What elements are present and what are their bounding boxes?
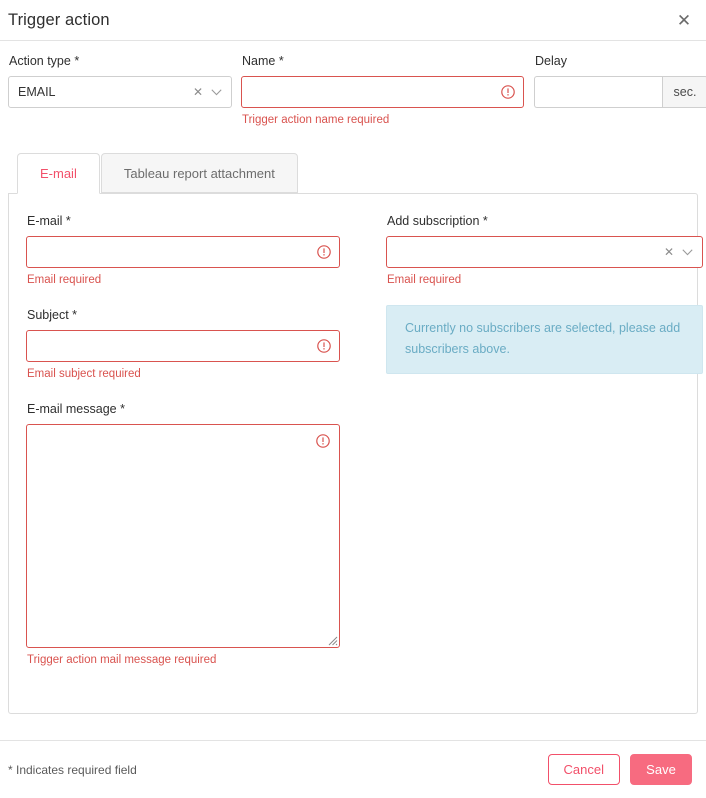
action-type-group: Action type * EMAIL ✕: [8, 54, 232, 108]
message-group: E-mail message * Trigger action mail mes…: [26, 402, 363, 667]
email-group: E-mail * Email required: [26, 214, 363, 287]
delay-input-group: sec.: [534, 76, 706, 108]
tab-panel-email: E-mail * Email required Subject * Email …: [8, 193, 703, 714]
action-type-select-icons: ✕: [193, 86, 231, 98]
tab-tableau-report-attachment[interactable]: Tableau report attachment: [100, 153, 298, 193]
email-panel-grid: E-mail * Email required Subject * Email …: [26, 214, 703, 667]
top-field-row: Action type * EMAIL ✕ Name * Trigger act…: [8, 54, 706, 127]
subscription-label: Add subscription *: [387, 214, 488, 228]
delay-label: Delay: [535, 54, 567, 68]
name-group: Name * Trigger action name required: [241, 54, 524, 127]
delay-group: Delay sec.: [534, 54, 706, 108]
error-icon: [501, 85, 515, 99]
subscription-error: Email required: [387, 274, 462, 286]
tab-email[interactable]: E-mail: [17, 153, 100, 194]
name-label: Name *: [242, 54, 284, 68]
email-error: Email required: [27, 274, 102, 286]
no-subscribers-info: Currently no subscribers are selected, p…: [386, 305, 703, 374]
add-subscription-select[interactable]: ✕: [386, 236, 703, 268]
tabs-section: E-mail Tableau report attachment E-mail …: [8, 153, 703, 714]
dialog-footer: * Indicates required field Cancel Save: [0, 740, 706, 798]
dialog-body: Action type * EMAIL ✕ Name * Trigger act…: [0, 41, 706, 740]
name-input[interactable]: [241, 76, 524, 108]
name-error: Trigger action name required: [242, 114, 390, 126]
subject-input[interactable]: [26, 330, 340, 362]
message-textarea[interactable]: [26, 424, 340, 648]
action-type-label: Action type *: [9, 54, 80, 68]
delay-input[interactable]: [534, 76, 662, 108]
subscription-group: Add subscription * ✕ Email required: [386, 214, 703, 287]
save-button[interactable]: Save: [630, 754, 692, 785]
delay-unit-addon: sec.: [662, 76, 706, 108]
chevron-down-icon[interactable]: [211, 88, 222, 96]
textarea-resize-handle[interactable]: [325, 633, 338, 646]
dialog-header: Trigger action ✕: [0, 0, 706, 41]
subject-error: Email subject required: [27, 368, 141, 380]
error-icon: [316, 434, 330, 448]
close-icon[interactable]: ✕: [674, 10, 694, 30]
action-type-select[interactable]: EMAIL ✕: [8, 76, 232, 108]
footer-buttons: Cancel Save: [547, 754, 692, 785]
email-label: E-mail *: [27, 214, 71, 228]
subject-label: Subject *: [27, 308, 78, 322]
tab-list: E-mail Tableau report attachment: [8, 153, 698, 194]
email-panel-right: Add subscription * ✕ Email required Curr…: [386, 214, 703, 374]
email-input[interactable]: [26, 236, 340, 268]
subscription-select-icons: ✕: [664, 246, 702, 258]
message-label: E-mail message *: [27, 402, 125, 416]
dialog-title: Trigger action: [8, 10, 110, 29]
email-panel-left: E-mail * Email required Subject * Email …: [26, 214, 363, 667]
trigger-action-dialog: Trigger action ✕ Action type * EMAIL ✕ N…: [0, 0, 706, 798]
clear-icon[interactable]: ✕: [193, 86, 203, 98]
error-icon: [317, 339, 331, 353]
action-type-value: EMAIL: [18, 85, 56, 99]
message-error: Trigger action mail message required: [27, 654, 217, 666]
chevron-down-icon[interactable]: [682, 248, 693, 256]
subject-group: Subject * Email subject required: [26, 308, 363, 381]
clear-icon[interactable]: ✕: [664, 246, 674, 258]
cancel-button[interactable]: Cancel: [547, 754, 620, 785]
required-field-note: * Indicates required field: [8, 762, 137, 777]
error-icon: [317, 245, 331, 259]
